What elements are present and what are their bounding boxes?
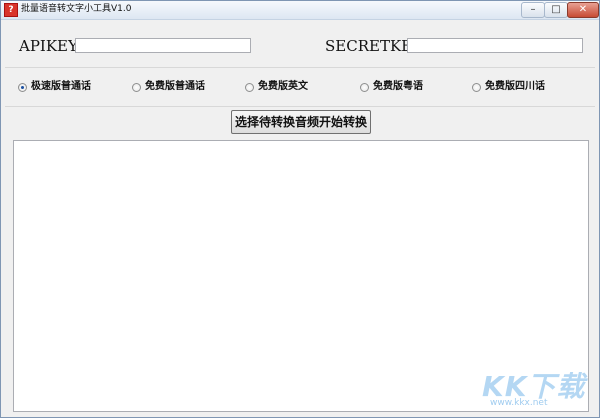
- close-button[interactable]: ✕: [567, 2, 599, 18]
- mode-selector-row: 极速版普通话 免费版普通话 免费版英文 免费版粤语 免费版四川话: [5, 68, 595, 107]
- app-icon: ?: [4, 3, 18, 17]
- maximize-button[interactable]: □: [544, 2, 568, 18]
- mode-radio-free-sichuanese[interactable]: 免费版四川话: [472, 81, 545, 93]
- mode-radio-free-cantonese[interactable]: 免费版粤语: [360, 81, 423, 93]
- mode-radio-fast-mandarin[interactable]: 极速版普通话: [18, 81, 91, 93]
- minimize-button[interactable]: –: [521, 2, 545, 18]
- app-window: ? 批量语音转文字小工具V1.0 – □ ✕ APIKEY SECRETKEY …: [0, 0, 600, 418]
- radio-button-icon[interactable]: [360, 82, 369, 92]
- radio-button-icon[interactable]: [132, 82, 141, 92]
- mode-radio-free-mandarin[interactable]: 免费版普通话: [132, 81, 205, 93]
- apikey-input[interactable]: [75, 38, 251, 53]
- apikey-label: APIKEY: [19, 37, 78, 55]
- radio-button-icon[interactable]: [245, 82, 254, 92]
- mode-label: 免费版四川话: [485, 81, 545, 92]
- mode-label: 极速版普通话: [31, 81, 91, 92]
- main-panel: APIKEY SECRETKEY 极速版普通话 免费版普通话 免费版英文 免费版…: [5, 23, 595, 413]
- start-conversion-button[interactable]: 选择待转换音频开始转换: [231, 110, 371, 134]
- radio-button-icon[interactable]: [18, 82, 27, 92]
- credentials-row: APIKEY SECRETKEY: [5, 23, 595, 68]
- mode-label: 免费版粤语: [373, 81, 423, 92]
- mode-radio-free-english[interactable]: 免费版英文: [245, 81, 308, 93]
- title-bar[interactable]: ? 批量语音转文字小工具V1.0 – □ ✕: [1, 1, 599, 20]
- secretkey-input[interactable]: [407, 38, 583, 53]
- mode-label: 免费版英文: [258, 81, 308, 92]
- watermark-url: www.kkx.net: [490, 398, 548, 408]
- window-title: 批量语音转文字小工具V1.0: [21, 4, 132, 14]
- radio-button-icon[interactable]: [472, 82, 481, 92]
- mode-label: 免费版普通话: [145, 81, 205, 92]
